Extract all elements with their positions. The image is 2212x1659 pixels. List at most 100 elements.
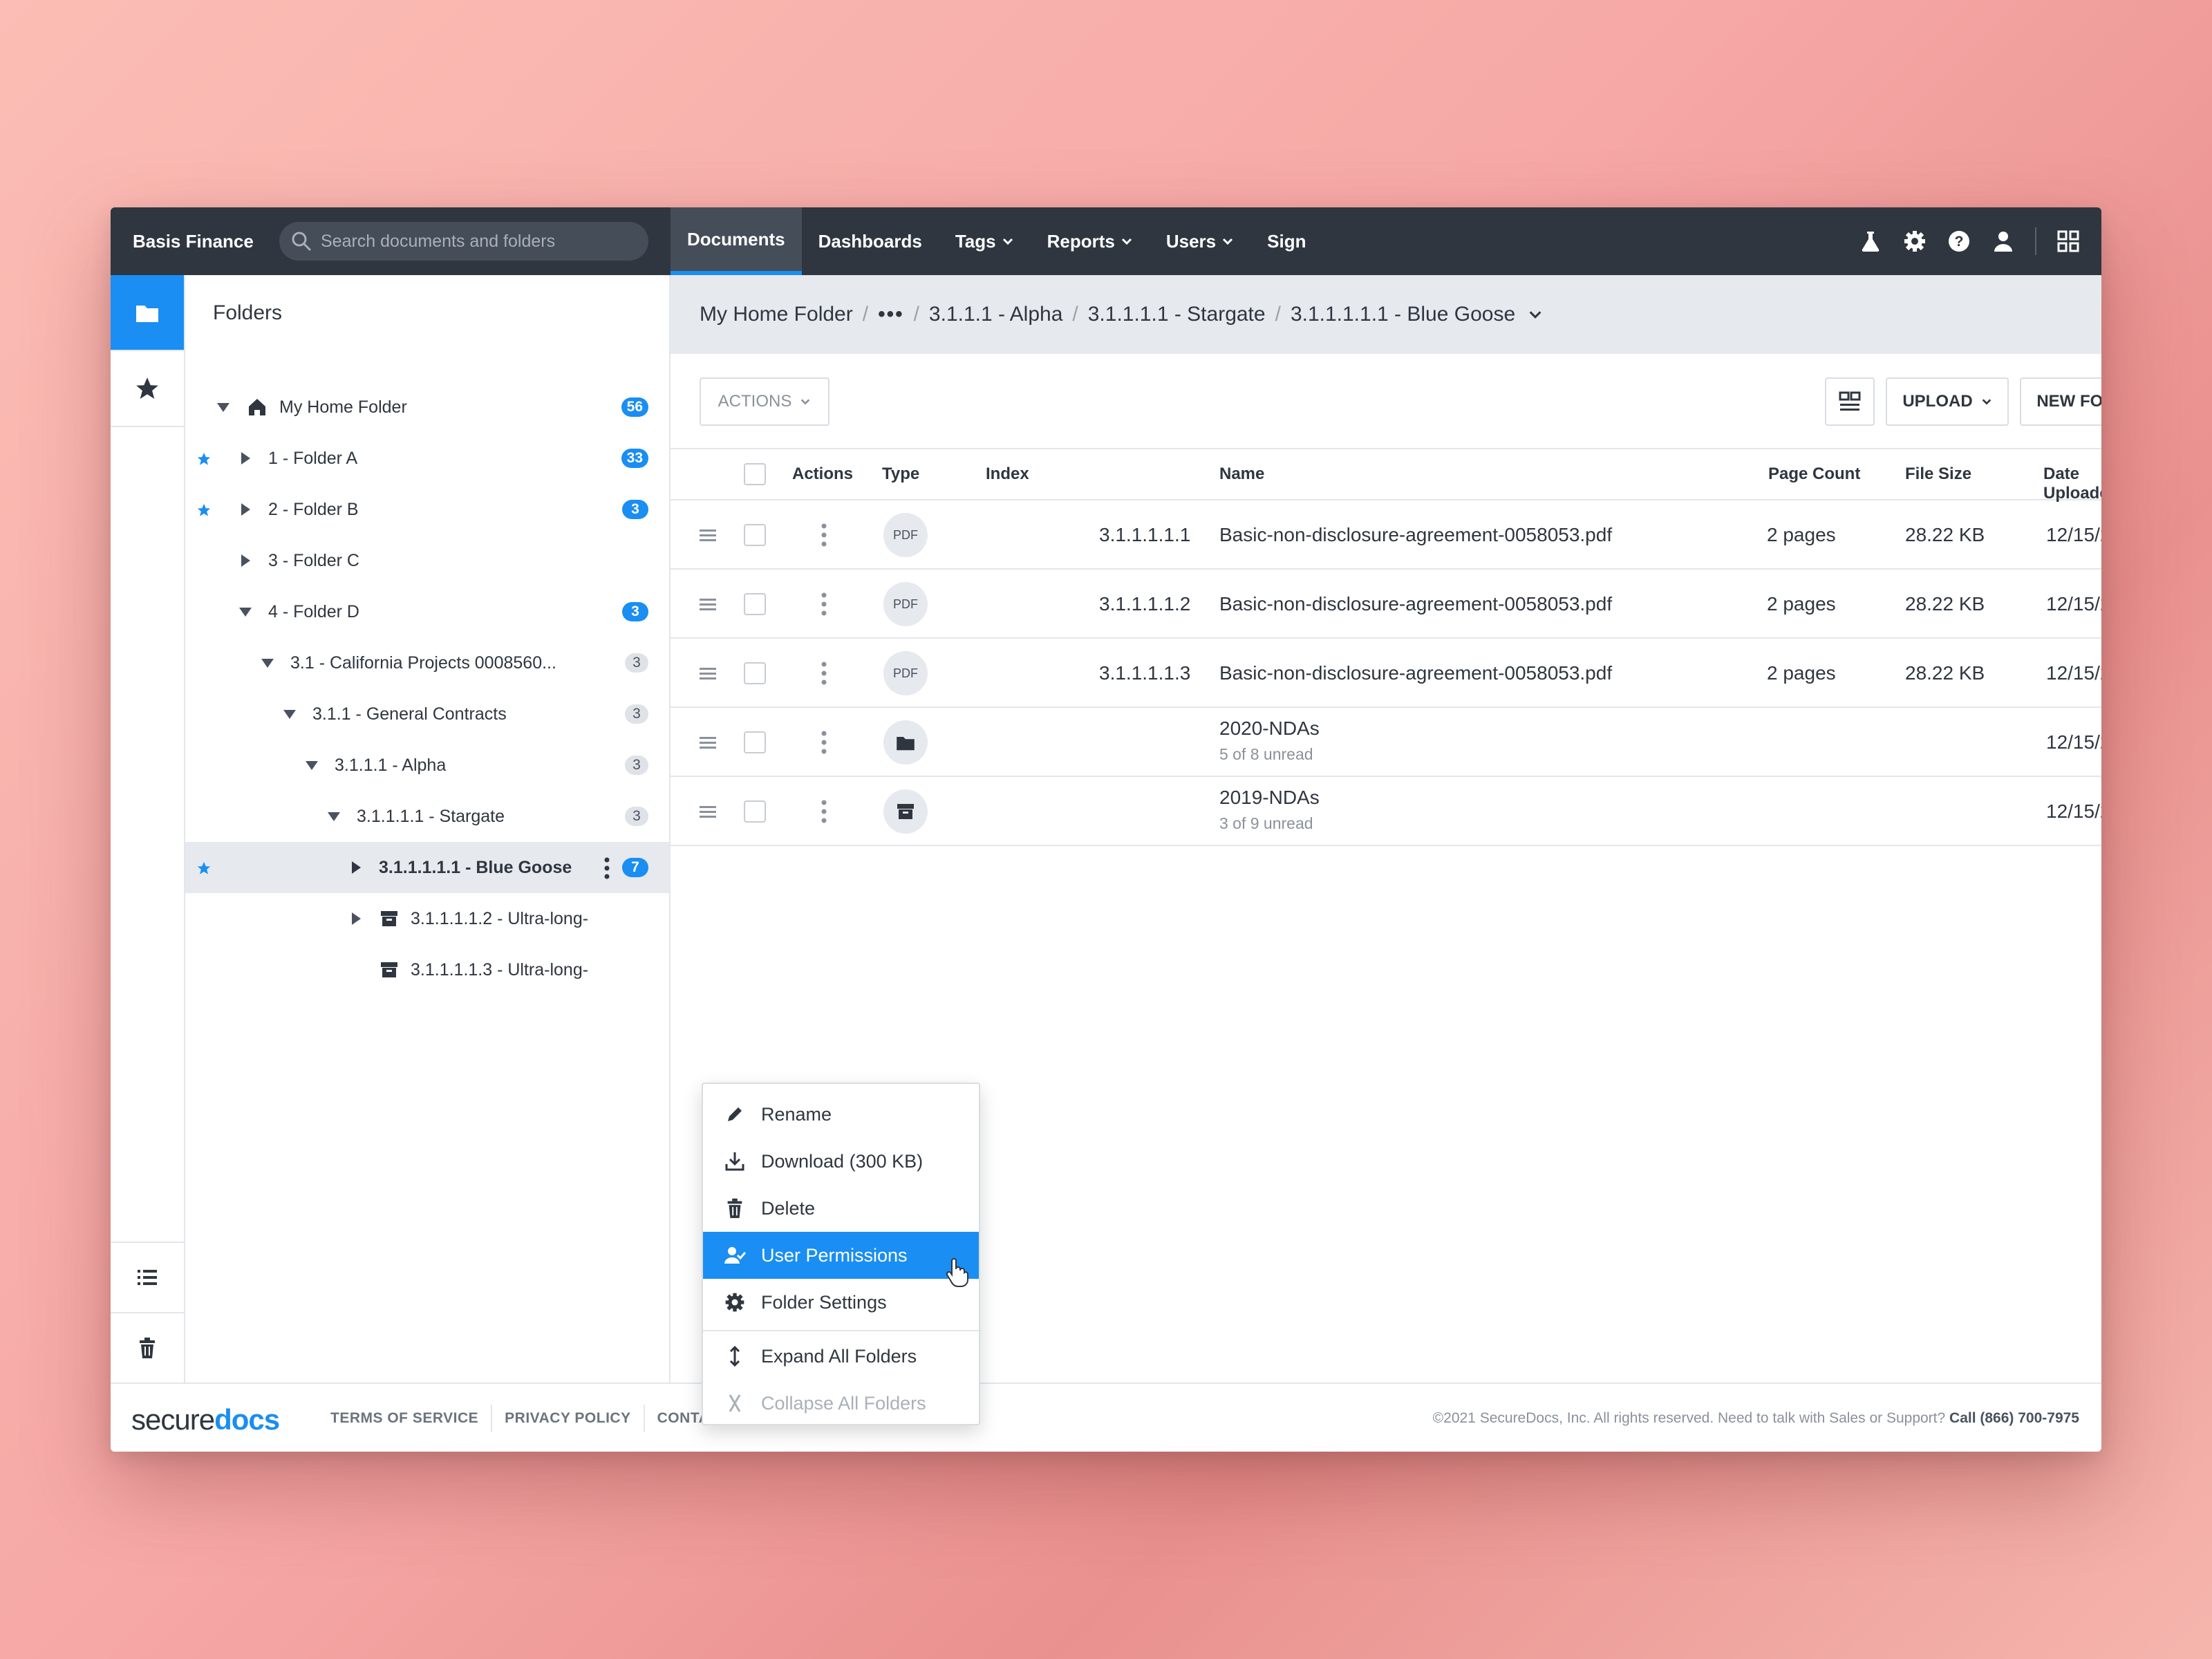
breadcrumb-item[interactable]: 3.1.1.1 - Alpha — [929, 303, 1062, 326]
row-checkbox[interactable] — [744, 662, 766, 684]
tree-item-general-contracts[interactable]: 3.1.1 - General Contracts 3 — [185, 688, 669, 740]
column-header[interactable]: Type — [882, 465, 919, 484]
name-cell[interactable]: Basic-non-disclosure-agreement-0058053.p… — [1219, 662, 1612, 684]
apps-grid-icon[interactable] — [2056, 229, 2081, 254]
drag-handle-icon[interactable] — [698, 596, 718, 612]
brand-name[interactable]: Basis Finance — [133, 207, 254, 275]
name-cell[interactable]: 2020-NDAs — [1219, 718, 1320, 740]
triangle-down-icon[interactable] — [282, 706, 297, 722]
search-input[interactable] — [321, 222, 632, 261]
column-header[interactable]: Actions — [792, 465, 853, 484]
rail-list-button[interactable] — [111, 1241, 184, 1313]
drag-handle-icon[interactable] — [698, 803, 718, 820]
select-all-checkbox[interactable] — [744, 463, 766, 485]
menu-item-user-permissions[interactable]: User Permissions — [703, 1232, 979, 1287]
help-icon[interactable]: ? — [1947, 229, 1971, 254]
kebab-menu-icon[interactable] — [820, 592, 828, 617]
triangle-down-icon[interactable] — [260, 655, 275, 671]
actions-dropdown[interactable]: ACTIONS — [700, 377, 830, 426]
drag-handle-icon[interactable] — [698, 527, 718, 543]
nav-sign[interactable]: Sign — [1250, 207, 1322, 275]
tree-item-california-projects[interactable]: 3.1 - California Projects 0008560... 3 — [185, 637, 669, 688]
kebab-menu-icon[interactable] — [820, 661, 828, 686]
tree-item-ultra-long-2[interactable]: 3.1.1.1.1.2 - Ultra-long- — [185, 893, 669, 944]
column-header[interactable]: Name — [1219, 465, 1264, 484]
column-header[interactable]: Page Count — [1768, 465, 1860, 484]
row-checkbox[interactable] — [744, 593, 766, 615]
column-header[interactable]: File Size — [1905, 465, 1971, 484]
name-cell[interactable]: Basic-non-disclosure-agreement-0058053.p… — [1219, 524, 1612, 546]
breadcrumb-ellipsis[interactable]: ••• — [878, 303, 904, 326]
rail-starred-button[interactable] — [111, 351, 184, 427]
table-row[interactable]: PDF 3.1.1.1.1.1 Basic-non-disclosure-agr… — [671, 500, 2101, 570]
main-nav: Documents Dashboards Tags Reports Users … — [671, 207, 1322, 275]
tree-item-folder-b[interactable]: 2 - Folder B 3 — [185, 484, 669, 535]
upload-button[interactable]: UPLOAD — [1886, 377, 2009, 426]
triangle-down-icon[interactable] — [304, 758, 319, 773]
flask-icon[interactable] — [1858, 229, 1883, 254]
tree-item-label: 3.1.1.1.1.3 - Ultra-long- — [411, 959, 589, 980]
kebab-menu-icon[interactable] — [820, 799, 828, 824]
triangle-down-icon[interactable] — [326, 809, 341, 824]
menu-item-expand-all[interactable]: Expand All Folders — [703, 1333, 979, 1380]
tree-item-blue-goose[interactable]: 3.1.1.1.1.1 - Blue Goose 7 — [185, 842, 669, 893]
phone-link[interactable]: Call (866) 700-7975 — [1949, 1410, 2079, 1426]
tree-item-my-home-folder[interactable]: My Home Folder 56 — [185, 382, 669, 433]
tree-item-ultra-long-3[interactable]: 3.1.1.1.1.3 - Ultra-long- — [185, 944, 669, 995]
star-icon[interactable] — [196, 861, 212, 876]
drag-handle-icon[interactable] — [698, 734, 718, 751]
menu-item-delete[interactable]: Delete — [703, 1185, 979, 1232]
column-header[interactable]: Index — [986, 465, 1029, 484]
user-icon[interactable] — [1991, 229, 2016, 254]
triangle-right-icon[interactable] — [238, 451, 253, 466]
name-cell[interactable]: Basic-non-disclosure-agreement-0058053.p… — [1219, 593, 1612, 615]
privacy-link[interactable]: PRIVACY POLICY — [492, 1405, 645, 1432]
view-toggle-button[interactable] — [1825, 377, 1875, 426]
row-checkbox[interactable] — [744, 524, 766, 546]
star-icon[interactable] — [196, 503, 212, 518]
securedocs-logo[interactable]: securedocs — [131, 1403, 280, 1436]
tree-item-folder-a[interactable]: 1 - Folder A 33 — [185, 433, 669, 484]
triangle-right-icon[interactable] — [238, 553, 253, 568]
table-row[interactable]: 2020-NDAs 5 of 8 unread 12/15/2020 — [671, 708, 2101, 777]
table-row[interactable]: 2019-NDAs 3 of 9 unread 12/15/2020 — [671, 777, 2101, 846]
breadcrumb-item[interactable]: 3.1.1.1.1 - Stargate — [1088, 303, 1266, 326]
menu-item-folder-settings[interactable]: Folder Settings — [703, 1279, 979, 1326]
tree-item-folder-d[interactable]: 4 - Folder D 3 — [185, 586, 669, 637]
drag-handle-icon[interactable] — [698, 665, 718, 682]
tree-item-folder-c[interactable]: 3 - Folder C — [185, 535, 669, 586]
rail-trash-button[interactable] — [111, 1313, 184, 1382]
row-checkbox[interactable] — [744, 731, 766, 753]
triangle-down-icon[interactable] — [216, 400, 231, 415]
menu-item-download[interactable]: Download (300 KB) — [703, 1138, 979, 1185]
chevron-down-icon[interactable] — [1528, 307, 1543, 322]
triangle-right-icon[interactable] — [348, 860, 364, 875]
nav-reports[interactable]: Reports — [1031, 207, 1150, 275]
menu-item-rename[interactable]: Rename — [703, 1091, 979, 1138]
kebab-menu-icon[interactable] — [601, 856, 612, 881]
tree-item-stargate[interactable]: 3.1.1.1.1 - Stargate 3 — [185, 791, 669, 842]
kebab-menu-icon[interactable] — [820, 730, 828, 755]
terms-link[interactable]: TERMS OF SERVICE — [318, 1405, 493, 1432]
breadcrumb-current[interactable]: 3.1.1.1.1.1 - Blue Goose — [1291, 303, 1515, 326]
column-header[interactable]: Date Uploaded — [2043, 465, 2101, 503]
triangle-right-icon[interactable] — [348, 911, 364, 926]
nav-dashboards[interactable]: Dashboards — [802, 207, 939, 275]
table-row[interactable]: PDF 3.1.1.1.1.3 Basic-non-disclosure-agr… — [671, 639, 2101, 708]
star-icon[interactable] — [196, 451, 212, 467]
row-checkbox[interactable] — [744, 800, 766, 823]
nav-documents[interactable]: Documents — [671, 207, 802, 275]
kebab-menu-icon[interactable] — [820, 523, 828, 547]
search-box[interactable] — [279, 222, 648, 261]
rail-folders-button[interactable] — [111, 275, 184, 351]
tree-item-alpha[interactable]: 3.1.1.1 - Alpha 3 — [185, 740, 669, 791]
breadcrumb-item[interactable]: My Home Folder — [700, 303, 853, 326]
triangle-down-icon[interactable] — [238, 604, 253, 619]
nav-users[interactable]: Users — [1150, 207, 1250, 275]
nav-tags[interactable]: Tags — [939, 207, 1031, 275]
triangle-right-icon[interactable] — [238, 502, 253, 517]
table-row[interactable]: PDF 3.1.1.1.1.2 Basic-non-disclosure-agr… — [671, 570, 2101, 639]
gear-icon[interactable] — [1902, 229, 1927, 254]
name-cell[interactable]: 2019-NDAs — [1219, 787, 1320, 809]
new-folder-button[interactable]: NEW FOLDER — [2020, 377, 2101, 426]
